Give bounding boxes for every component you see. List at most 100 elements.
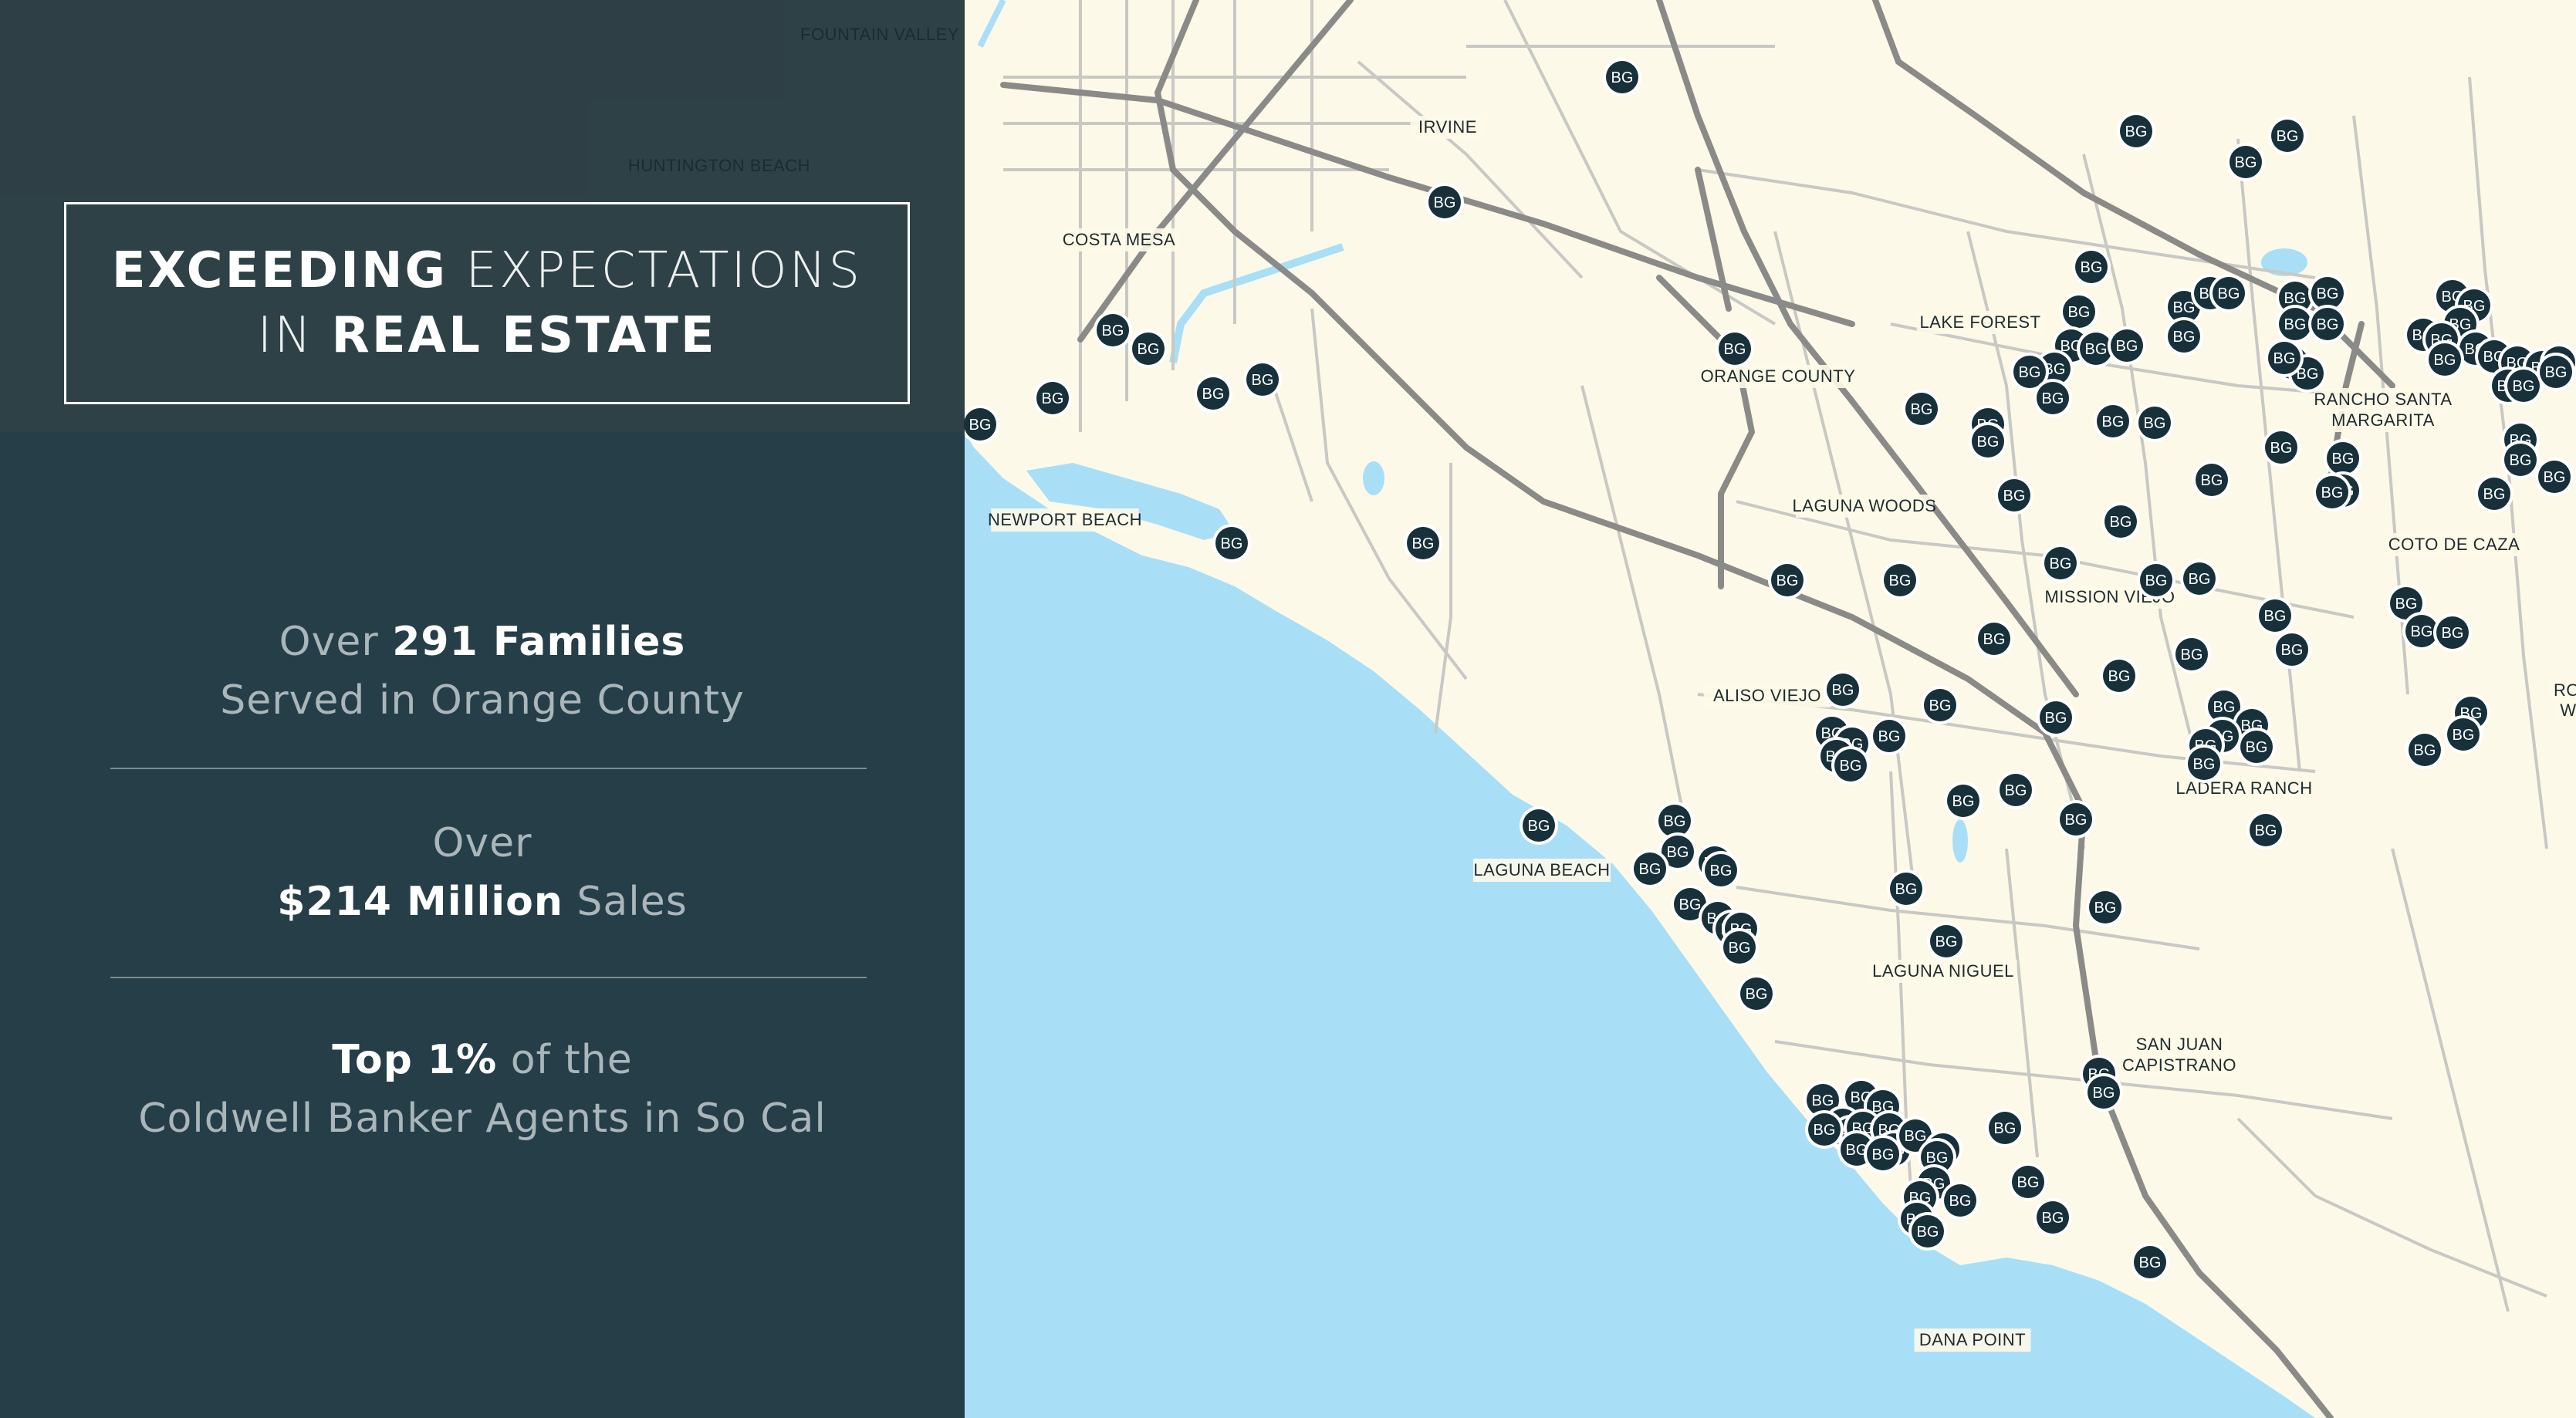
listing-marker[interactable]: BG [1129, 329, 1168, 368]
marker-label: BG [1911, 401, 1933, 418]
listing-marker[interactable]: BG [2137, 561, 2175, 599]
listing-marker[interactable]: BG [2226, 143, 2265, 181]
listing-marker[interactable]: BG [2265, 339, 2304, 377]
divider [110, 768, 867, 769]
listing-marker[interactable]: BG [2313, 473, 2351, 511]
marker-label: BG [1679, 896, 1702, 913]
listing-marker[interactable]: BG [2108, 326, 2146, 365]
listing-marker[interactable]: BG [1094, 311, 1132, 349]
place-label: ALISO VIEJO [1713, 686, 1821, 705]
listing-marker[interactable]: BG [1520, 806, 1558, 845]
listing-marker[interactable]: BG [1194, 374, 1232, 413]
marker-label: BG [1952, 793, 1975, 810]
listing-marker[interactable]: BG [2433, 613, 2472, 652]
listing-marker[interactable]: BG [2501, 441, 2540, 479]
listing-marker[interactable]: BG [2444, 715, 2483, 754]
listing-marker[interactable]: BG [1902, 390, 1941, 428]
stat-ranking: Top 1% of the Coldwell Banker Agents in … [0, 1031, 965, 1148]
marker-label: BG [2414, 742, 2436, 759]
listing-marker[interactable]: BG [2100, 657, 2138, 695]
listing-marker[interactable]: BG [1631, 849, 1669, 888]
listing-marker[interactable]: BG [2475, 474, 2513, 513]
marker-label: BG [2270, 440, 2293, 457]
marker-label: BG [2042, 1210, 2064, 1227]
marker-label: BG [2545, 364, 2568, 381]
listing-marker[interactable]: BG [2101, 502, 2140, 541]
listing-marker[interactable]: BG [2172, 635, 2211, 674]
listing-marker[interactable]: BG [2057, 800, 2095, 839]
listing-marker[interactable]: BG [1768, 561, 1807, 599]
listing-marker[interactable]: BG [2209, 274, 2248, 312]
listing-marker[interactable]: BG [2084, 1073, 2123, 1112]
listing-marker[interactable]: BG [1603, 58, 1641, 96]
listing-marker[interactable]: BG [1887, 869, 1925, 908]
listing-marker[interactable]: BG [1033, 379, 1072, 417]
listing-marker[interactable]: BG [1737, 974, 1776, 1013]
listing-marker[interactable]: BG [2117, 112, 2155, 150]
listing-marker[interactable]: BG [1831, 746, 1870, 785]
listing-marker[interactable]: BG [2268, 116, 2307, 155]
listing-marker[interactable]: BG [1870, 717, 1908, 755]
listing-marker[interactable]: BG [1881, 561, 1919, 599]
listing-marker[interactable]: BG [2060, 292, 2098, 331]
marker-label: BG [1840, 758, 1862, 775]
stat-sales: Over $214 Million Sales [0, 814, 965, 931]
listing-marker[interactable]: BG [1927, 922, 1966, 961]
listing-marker[interactable]: BG [1824, 670, 1862, 709]
listing-marker[interactable]: BG [1404, 524, 1442, 562]
listing-marker[interactable]: BG [2192, 461, 2231, 499]
listing-marker[interactable]: BG [2405, 731, 2444, 769]
listing-marker[interactable]: BG [2037, 698, 2075, 737]
place-label: LAGUNA BEACH [1473, 860, 1610, 879]
marker-label: BG [2317, 285, 2339, 302]
listing-marker[interactable]: BG [2237, 728, 2276, 766]
listing-marker[interactable]: BG [2256, 596, 2294, 635]
listing-marker[interactable]: BG [1805, 1110, 1844, 1149]
listing-marker[interactable]: BG [1996, 771, 2035, 809]
listing-marker[interactable]: BG [2426, 340, 2464, 379]
listing-marker[interactable]: BG [1212, 524, 1251, 562]
listing-marker[interactable]: BG [1243, 360, 1282, 399]
listing-marker[interactable]: BG [1975, 620, 2013, 658]
listing-marker[interactable]: BG [1921, 686, 1959, 724]
listing-marker[interactable]: BG [2135, 403, 2174, 442]
place-label: CAPISTRANO [2122, 1055, 2236, 1075]
listing-marker[interactable]: BG [2072, 248, 2111, 286]
listing-marker[interactable]: BG [1716, 329, 1754, 368]
listing-marker[interactable]: BG [2041, 544, 2080, 582]
marker-label: BG [2453, 727, 2475, 744]
listing-marker[interactable]: BG [1995, 476, 2033, 515]
marker-label: BG [1528, 818, 1550, 835]
listing-marker[interactable]: BG [2308, 305, 2347, 343]
listing-marker[interactable]: BG [2086, 888, 2125, 927]
listing-marker[interactable]: BG [2273, 630, 2311, 669]
listing-marker[interactable]: BG [1864, 1135, 1902, 1173]
listing-marker[interactable]: BG [2009, 1163, 2047, 1201]
marker-label: BG [2050, 555, 2072, 572]
listing-marker[interactable]: BG [2165, 317, 2203, 356]
listing-marker[interactable]: BG [961, 405, 999, 444]
listing-marker[interactable]: BG [1425, 183, 1464, 221]
listing-marker[interactable]: BG [2246, 811, 2285, 849]
listing-marker[interactable]: BG [1941, 1181, 1979, 1220]
listing-marker[interactable]: BG [2535, 457, 2574, 496]
listing-marker[interactable]: BG [1702, 851, 1740, 890]
listing-marker[interactable]: BG [2180, 559, 2219, 598]
marker-label: BG [2085, 341, 2108, 358]
listing-marker[interactable]: BG [1908, 1212, 1947, 1251]
listing-marker[interactable]: BG [2094, 402, 2132, 441]
listing-marker[interactable]: BG [2033, 379, 2072, 417]
place-label: NEWPORT BEACH [988, 510, 1142, 529]
listing-marker[interactable]: BG [2185, 744, 2223, 783]
listing-marker[interactable]: BG [2537, 353, 2575, 391]
marker-label: BG [2281, 642, 2304, 659]
marker-label: BG [1102, 322, 1124, 339]
place-label: ORANGE COUNTY [1701, 366, 1856, 386]
listing-marker[interactable]: BG [2131, 1243, 2169, 1281]
listing-marker[interactable]: BG [2033, 1198, 2072, 1237]
listing-marker[interactable]: BG [1969, 422, 2007, 461]
listing-marker[interactable]: BG [2262, 428, 2300, 467]
listing-marker[interactable]: BG [1720, 928, 1759, 967]
listing-marker[interactable]: BG [1944, 782, 1983, 820]
listing-marker[interactable]: BG [1986, 1109, 2024, 1147]
